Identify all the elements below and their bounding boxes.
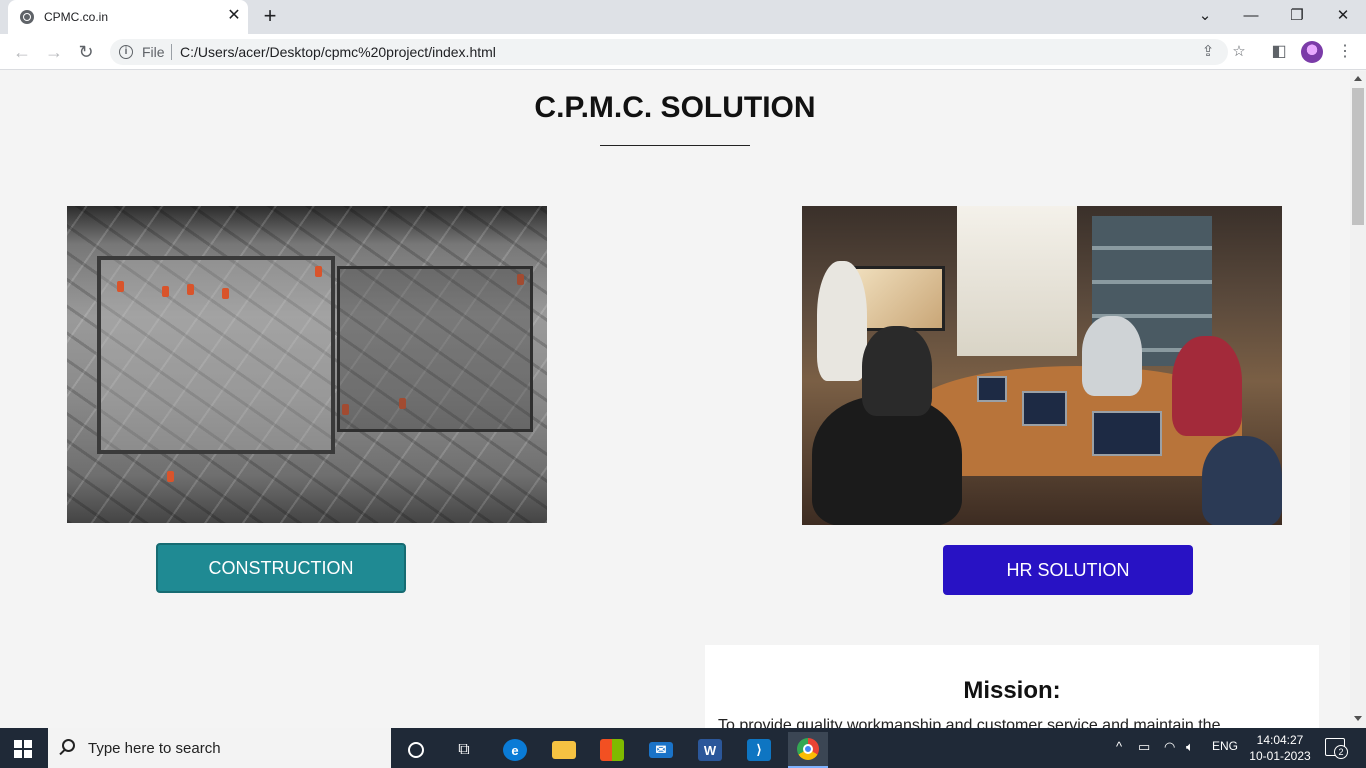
forward-button[interactable]: → bbox=[43, 41, 65, 63]
presenter-figure bbox=[817, 261, 867, 381]
new-tab-button[interactable]: + bbox=[260, 5, 280, 27]
input-language-indicator[interactable]: ENG bbox=[1212, 739, 1238, 753]
taskbar-clock[interactable]: 14:04:27 10-01-2023 bbox=[1248, 732, 1312, 764]
word-icon[interactable]: W bbox=[690, 732, 730, 768]
globe-icon bbox=[20, 10, 34, 24]
browser-menu-icon[interactable]: ⋮ bbox=[1334, 41, 1356, 63]
window-area bbox=[957, 206, 1077, 356]
scrollbar-thumb[interactable] bbox=[1352, 88, 1364, 225]
file-scheme-label: File bbox=[142, 44, 165, 60]
url-text[interactable]: C:/Users/acer/Desktop/cpmc%20project/ind… bbox=[180, 44, 496, 60]
wifi-icon[interactable]: ◠ bbox=[1164, 739, 1175, 755]
page-title: C.P.M.C. SOLUTION bbox=[534, 91, 816, 124]
taskbar-search-box[interactable]: Type here to search bbox=[48, 728, 391, 768]
browser-tab-strip: CPMC.co.in ✕ + ⌄ — ❐ ✕ bbox=[0, 0, 1366, 34]
mission-title: Mission: bbox=[963, 677, 1061, 704]
close-tab-icon[interactable]: ✕ bbox=[226, 8, 242, 24]
hr-meeting-image bbox=[802, 206, 1282, 525]
worker-figure bbox=[222, 288, 229, 299]
minimize-button[interactable]: — bbox=[1239, 6, 1263, 26]
attendee-figure bbox=[1082, 316, 1142, 396]
battery-icon[interactable]: ▭ bbox=[1138, 739, 1150, 755]
mission-card: Mission: To provide quality workmanship … bbox=[705, 645, 1319, 728]
worker-figure bbox=[315, 266, 322, 277]
scroll-down-arrow-icon[interactable] bbox=[1354, 716, 1362, 721]
browser-toolbar: ← → ↻ i File C:/Users/acer/Desktop/cpmc%… bbox=[0, 34, 1366, 70]
bookmark-star-icon[interactable]: ☆ bbox=[1230, 43, 1248, 61]
edge-icon[interactable]: e bbox=[495, 732, 535, 768]
windows-taskbar: Type here to search ⧉ e ✉ W ⟩ ^ ▭ ◠ 🔈︎ E… bbox=[0, 728, 1366, 768]
vscode-icon[interactable]: ⟩ bbox=[739, 732, 779, 768]
attendee-figure bbox=[862, 326, 932, 416]
worker-figure bbox=[167, 471, 174, 482]
clock-time: 14:04:27 bbox=[1256, 733, 1304, 747]
volume-icon[interactable]: 🔈︎ bbox=[1186, 739, 1194, 755]
share-icon[interactable]: ⇪ bbox=[1199, 43, 1217, 61]
attendee-figure bbox=[1172, 336, 1242, 436]
worker-figure bbox=[517, 274, 524, 285]
profile-avatar[interactable] bbox=[1301, 41, 1323, 63]
mail-icon[interactable]: ✉ bbox=[641, 732, 681, 768]
taskbar-search-placeholder: Type here to search bbox=[88, 740, 221, 757]
hr-solution-button[interactable]: HR SOLUTION bbox=[943, 545, 1193, 595]
worker-figure bbox=[117, 281, 124, 292]
omnibox-divider bbox=[171, 44, 172, 60]
restore-button[interactable]: ❐ bbox=[1285, 6, 1309, 26]
notification-count-badge: 2 bbox=[1334, 745, 1348, 759]
worker-figure bbox=[399, 398, 406, 409]
windows-start-icon[interactable] bbox=[14, 740, 32, 758]
show-hidden-icons-chevron-icon[interactable]: ^ bbox=[1116, 739, 1122, 754]
laptop bbox=[977, 376, 1007, 402]
site-info-icon[interactable]: i bbox=[119, 45, 133, 59]
scroll-up-arrow-icon[interactable] bbox=[1354, 76, 1362, 81]
side-panel-icon[interactable]: ◧ bbox=[1268, 41, 1290, 63]
worker-figure bbox=[187, 284, 194, 295]
page-scrollbar[interactable] bbox=[1350, 71, 1366, 728]
construction-button[interactable]: CONSTRUCTION bbox=[156, 543, 406, 593]
close-window-button[interactable]: ✕ bbox=[1331, 6, 1355, 26]
browser-tab[interactable]: CPMC.co.in ✕ bbox=[8, 0, 248, 34]
address-bar[interactable]: i File C:/Users/acer/Desktop/cpmc%20proj… bbox=[110, 39, 1246, 65]
microsoft-store-icon[interactable] bbox=[592, 732, 632, 768]
attendee-figure bbox=[1202, 436, 1282, 525]
cortana-icon[interactable] bbox=[396, 732, 436, 768]
mission-text: To provide quality workmanship and custo… bbox=[718, 717, 1221, 728]
tab-title: CPMC.co.in bbox=[44, 10, 109, 24]
laptop bbox=[1092, 411, 1162, 456]
back-button[interactable]: ← bbox=[11, 41, 33, 63]
worker-figure bbox=[162, 286, 169, 297]
construction-site-image bbox=[67, 206, 547, 523]
task-view-icon[interactable]: ⧉ bbox=[444, 732, 484, 768]
title-underline bbox=[600, 145, 750, 146]
laptop bbox=[1022, 391, 1067, 426]
reload-button[interactable]: ↻ bbox=[75, 41, 97, 63]
worker-figure bbox=[342, 404, 349, 415]
page-viewport: C.P.M.C. SOLUTION CONSTRUCTION HR SOLUTI… bbox=[0, 71, 1350, 728]
tab-search-chevron-icon[interactable]: ⌄ bbox=[1193, 6, 1217, 26]
file-explorer-icon[interactable] bbox=[544, 732, 584, 768]
search-icon bbox=[62, 739, 75, 752]
chrome-icon[interactable] bbox=[788, 732, 828, 768]
clock-date: 10-01-2023 bbox=[1249, 749, 1311, 763]
